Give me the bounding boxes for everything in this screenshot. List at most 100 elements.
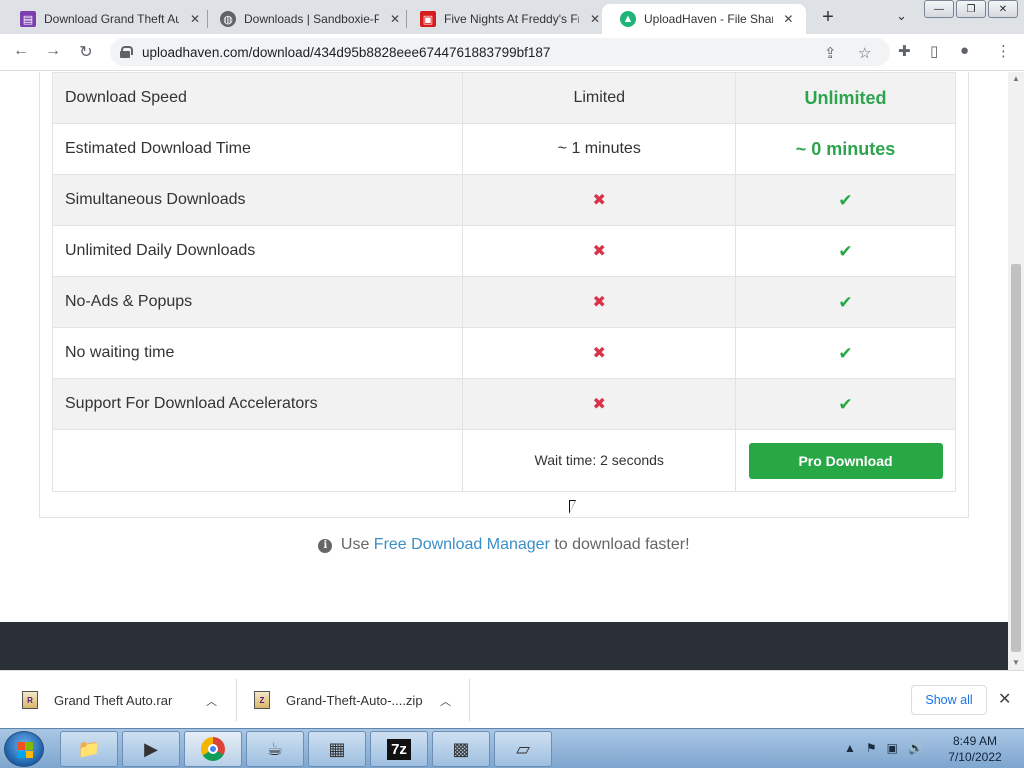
- download-filename: Grand-Theft-Auto-....zip: [286, 692, 423, 708]
- table-row: No waiting time ✖ ✔: [51, 327, 956, 379]
- check-icon: ✔: [838, 394, 853, 414]
- empty-cell: [51, 429, 464, 492]
- profile-avatar-icon[interactable]: ●: [960, 42, 969, 59]
- browser-toolbar: ← → ↻ uploadhaven.com/download/434d95b88…: [0, 34, 1024, 71]
- tab-strip: ▤ Download Grand Theft Au ✕ ◍ Downloads …: [0, 0, 1024, 34]
- action-center-icon[interactable]: ⚑: [866, 741, 877, 755]
- close-shelf-icon[interactable]: ✕: [998, 689, 1011, 709]
- system-clock[interactable]: 8:49 AM 7/10/2022: [940, 733, 1010, 765]
- info-icon: i: [318, 539, 333, 553]
- table-row: Estimated Download Time ~ 1 minutes ~ 0 …: [51, 123, 956, 175]
- clock-time: 8:49 AM: [952, 734, 998, 748]
- feature-label: Download Speed: [51, 72, 464, 124]
- browser-menu-icon[interactable]: ⋮: [996, 42, 1011, 60]
- restore-button[interactable]: ❐: [956, 0, 986, 18]
- feature-label: Estimated Download Time: [51, 123, 464, 175]
- chevron-up-icon[interactable]: ︿: [206, 693, 217, 709]
- free-download-manager-link[interactable]: Free Download Manager: [374, 536, 550, 553]
- close-window-button[interactable]: ✕: [988, 0, 1018, 18]
- check-icon: ✔: [838, 292, 853, 312]
- extensions-puzzle-icon[interactable]: ✚: [898, 42, 911, 60]
- new-tab-button[interactable]: +: [816, 6, 840, 29]
- minimize-button[interactable]: —: [924, 0, 954, 18]
- share-icon[interactable]: ⇪: [824, 44, 837, 62]
- network-status-icon[interactable]: ▣: [887, 741, 898, 755]
- tab-sandboxie[interactable]: ◍ Downloads | Sandboxie-P ✕: [202, 4, 413, 34]
- show-hidden-icons-icon[interactable]: ▲: [844, 741, 856, 755]
- pro-value: Unlimited: [735, 72, 956, 124]
- tab-fnaf[interactable]: ▣ Five Nights At Freddy's Fr ✕: [402, 4, 613, 34]
- page-footer: [0, 622, 1008, 670]
- show-all-button[interactable]: Show all: [911, 685, 987, 715]
- table-row: Support For Download Accelerators ✖ ✔: [51, 378, 956, 430]
- clock-date: 7/10/2022: [948, 750, 1002, 764]
- system-tray: ▲ ⚑ ▣ 🔊: [844, 741, 923, 755]
- pro-value: ~ 0 minutes: [735, 123, 956, 175]
- free-value: ~ 1 minutes: [462, 123, 737, 175]
- bookmark-star-icon[interactable]: ☆: [858, 44, 871, 62]
- download-filename: Grand Theft Auto.rar: [54, 692, 173, 708]
- chrome-icon[interactable]: [184, 731, 242, 767]
- scroll-thumb[interactable]: [1011, 264, 1021, 652]
- download-item[interactable]: Z Grand-Theft-Auto-....zip: [254, 671, 423, 729]
- tab-download-gta[interactable]: ▤ Download Grand Theft Au ✕: [2, 4, 213, 34]
- java-icon[interactable]: ☕: [246, 731, 304, 767]
- globe-icon: ◍: [220, 11, 236, 27]
- check-icon: ✔: [838, 241, 853, 261]
- forward-icon[interactable]: →: [42, 42, 64, 60]
- lock-icon[interactable]: [120, 46, 133, 58]
- table-row: No-Ads & Popups ✖ ✔: [51, 276, 956, 328]
- tab-title: Download Grand Theft Au: [44, 12, 179, 26]
- cloud-upload-icon: ▲: [620, 11, 636, 27]
- network-monitor-icon[interactable]: ▩: [432, 731, 490, 767]
- check-icon: ✔: [838, 190, 853, 210]
- download-tip: i Use Free Download Manager to download …: [0, 536, 1008, 554]
- folder-icon[interactable]: 📁: [60, 731, 118, 767]
- feature-label: No waiting time: [51, 327, 464, 379]
- close-tab-icon[interactable]: ✕: [387, 12, 403, 26]
- url-text: uploadhaven.com/download/434d95b8828eee6…: [142, 44, 551, 60]
- cross-icon: ✖: [592, 294, 606, 311]
- scroll-down-arrow-icon[interactable]: ▼: [1008, 656, 1024, 670]
- feature-label: Simultaneous Downloads: [51, 174, 464, 226]
- tab-title: Downloads | Sandboxie-P: [244, 12, 379, 26]
- reload-icon[interactable]: ↻: [75, 42, 97, 62]
- table-row-actions: Wait time: 2 seconds Pro Download: [51, 429, 956, 492]
- windows-logo-icon: [17, 742, 33, 758]
- address-bar[interactable]: uploadhaven.com/download/434d95b8828eee6…: [110, 38, 890, 66]
- wait-time-text: Wait time: 2 seconds: [534, 451, 664, 468]
- cross-icon: ✖: [592, 396, 606, 413]
- close-tab-icon[interactable]: ✕: [187, 12, 203, 26]
- close-tab-icon[interactable]: ✕: [587, 12, 603, 26]
- side-panel-icon[interactable]: ▯: [930, 42, 938, 60]
- windows-taskbar: 📁 ▶ ☕ ▦ 7z ▩ ▱ ▲ ⚑ ▣ 🔊 8:49 AM 7/10/2022: [0, 728, 1024, 768]
- download-item[interactable]: R Grand Theft Auto.rar: [22, 671, 172, 729]
- feature-label: Support For Download Accelerators: [51, 378, 464, 430]
- tab-title: Five Nights At Freddy's Fr: [444, 12, 579, 26]
- notepad-icon[interactable]: ▱: [494, 731, 552, 767]
- scroll-up-arrow-icon[interactable]: ▲: [1008, 72, 1024, 86]
- close-tab-icon[interactable]: ✕: [781, 12, 796, 26]
- page-scrollbar[interactable]: ▲ ▼: [1008, 72, 1024, 670]
- check-icon: ✔: [838, 343, 853, 363]
- page-content: Download Speed Limited Unlimited Estimat…: [0, 72, 1008, 670]
- mouse-cursor-icon: [569, 500, 583, 514]
- tip-prefix: Use: [340, 536, 370, 553]
- control-panel-icon[interactable]: ▦: [308, 731, 366, 767]
- download-shelf: R Grand Theft Auto.rar ︿ Z Grand-Theft-A…: [0, 670, 1024, 728]
- 7zip-icon[interactable]: 7z: [370, 731, 428, 767]
- tab-search-chevron-icon[interactable]: ⌄: [896, 8, 907, 24]
- table-row: Download Speed Limited Unlimited: [51, 72, 956, 124]
- rar-file-icon: R: [22, 691, 38, 709]
- tip-suffix: to download faster!: [554, 536, 690, 553]
- back-icon[interactable]: ←: [10, 42, 32, 60]
- media-player-icon[interactable]: ▶: [122, 731, 180, 767]
- start-button[interactable]: [4, 731, 44, 767]
- cross-icon: ✖: [592, 243, 606, 260]
- chevron-up-icon[interactable]: ︿: [440, 693, 451, 709]
- volume-icon[interactable]: 🔊: [908, 741, 923, 755]
- feature-label: Unlimited Daily Downloads: [51, 225, 464, 277]
- cross-icon: ✖: [592, 192, 606, 209]
- pro-download-button[interactable]: Pro Download: [748, 442, 943, 479]
- tab-uploadhaven[interactable]: ▲ UploadHaven - File Sharin ✕: [602, 4, 806, 34]
